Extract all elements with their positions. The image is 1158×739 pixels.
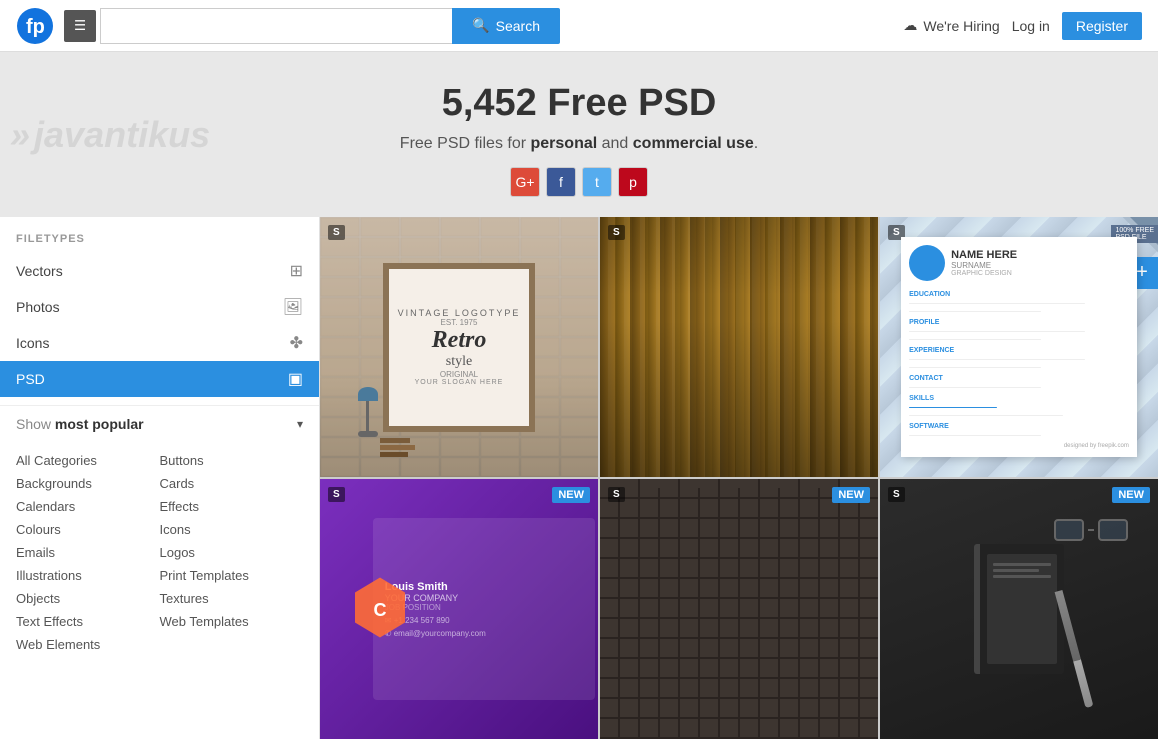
sidebar-item-icons[interactable]: Icons ✤ xyxy=(0,325,319,361)
category-all[interactable]: All Categories xyxy=(16,450,160,471)
social-icons: G+ f t p xyxy=(20,167,1138,197)
watermark-text: javantikus xyxy=(34,114,210,156)
grid-item-3[interactable]: 100% FREEPSD FILE NAME HERE SURNAME GRAP… xyxy=(880,217,1158,477)
resume-image: 100% FREEPSD FILE NAME HERE SURNAME GRAP… xyxy=(880,217,1158,477)
grid-item-2[interactable]: S xyxy=(600,217,878,477)
grid-item-4[interactable]: C Louis Smith YOUR COMPANY JOB POSITION … xyxy=(320,479,598,739)
subtitle-end: . xyxy=(754,135,758,152)
arrows-icon: » xyxy=(10,114,30,156)
sidebar-item-psd[interactable]: PSD ▣ xyxy=(0,361,319,397)
category-backgrounds[interactable]: Backgrounds xyxy=(16,473,160,494)
image-grid: VINTAGE LOGOTYPE EST. 1975 Retro style O… xyxy=(320,217,1158,739)
category-logos[interactable]: Logos xyxy=(160,542,304,563)
login-label: Log in xyxy=(1012,18,1050,34)
header-right: ☁ We're Hiring Log in Register xyxy=(903,12,1142,40)
freepik-logo-icon: fp xyxy=(16,7,54,45)
category-effects[interactable]: Effects xyxy=(160,496,304,517)
psd-icon: ▣ xyxy=(288,369,303,389)
watermark: » javantikus xyxy=(10,114,210,156)
search-icon: 🔍 xyxy=(472,17,489,34)
google-plus-button[interactable]: G+ xyxy=(510,167,540,197)
subtitle-commercial: commercial use xyxy=(633,135,754,152)
category-web-templates[interactable]: Web Templates xyxy=(160,611,304,632)
category-text-effects[interactable]: Text Effects xyxy=(16,611,160,632)
vectors-icon: ⊞ xyxy=(290,261,303,281)
category-textures[interactable]: Textures xyxy=(160,588,304,609)
icons-label: Icons xyxy=(16,335,49,351)
register-button[interactable]: Register xyxy=(1062,12,1142,40)
photos-icon: 🖼 xyxy=(283,297,303,317)
subtitle-pre: Free PSD files for xyxy=(400,135,531,152)
pinterest-button[interactable]: p xyxy=(618,167,648,197)
grid-item-1[interactable]: VINTAGE LOGOTYPE EST. 1975 Retro style O… xyxy=(320,217,598,477)
sidebar-item-vectors[interactable]: Vectors ⊞ xyxy=(0,253,319,289)
photos-label: Photos xyxy=(16,299,60,315)
chevron-down-icon: ▾ xyxy=(297,417,303,431)
subtitle-mid: and xyxy=(597,135,633,152)
grid-item-5[interactable]: S NEW xyxy=(600,479,878,739)
category-colours[interactable]: Colours xyxy=(16,519,160,540)
category-objects[interactable]: Objects xyxy=(16,588,160,609)
logo[interactable]: fp xyxy=(16,7,54,45)
category-web-elements[interactable]: Web Elements xyxy=(16,634,160,655)
subtitle-personal: personal xyxy=(531,135,598,152)
category-print-templates[interactable]: Print Templates xyxy=(160,565,304,586)
header: fp ☰ 🔍 Search ☁ We're Hiring Log in Regi… xyxy=(0,0,1158,52)
login-link[interactable]: Log in xyxy=(1012,18,1050,34)
category-emails[interactable]: Emails xyxy=(16,542,160,563)
category-icons[interactable]: Icons xyxy=(160,519,304,540)
search-button[interactable]: 🔍 Search xyxy=(452,8,560,44)
filetypes-label: FILETYPES xyxy=(0,233,319,253)
svg-text:fp: fp xyxy=(26,16,45,38)
main-content: FILETYPES Vectors ⊞ Photos 🖼 Icons ✤ PSD… xyxy=(0,217,1158,739)
cloud-icon: ☁ xyxy=(903,17,917,34)
category-buttons[interactable]: Buttons xyxy=(160,450,304,471)
register-label: Register xyxy=(1076,18,1128,34)
category-calendars[interactable]: Calendars xyxy=(16,496,160,517)
category-cards[interactable]: Cards xyxy=(160,473,304,494)
search-input[interactable] xyxy=(100,8,452,44)
psd-label: PSD xyxy=(16,371,45,387)
sidebar: FILETYPES Vectors ⊞ Photos 🖼 Icons ✤ PSD… xyxy=(0,217,320,739)
hero-section: » javantikus 5,452 Free PSD Free PSD fil… xyxy=(0,52,1158,217)
hiring-link[interactable]: ☁ We're Hiring xyxy=(903,17,999,34)
hamburger-icon: ☰ xyxy=(74,18,86,34)
icons-icon: ✤ xyxy=(290,333,303,353)
hamburger-button[interactable]: ☰ xyxy=(64,10,96,42)
show-popular-dropdown[interactable]: Show most popular ▾ xyxy=(0,405,319,442)
twitter-button[interactable]: t xyxy=(582,167,612,197)
categories-grid: All Categories Buttons Backgrounds Cards… xyxy=(0,442,319,663)
hiring-label: We're Hiring xyxy=(923,18,999,34)
grid-item-6[interactable]: S NEW xyxy=(880,479,1158,739)
show-label: Show xyxy=(16,416,51,432)
search-btn-label: Search xyxy=(496,18,540,34)
search-form: 🔍 Search xyxy=(100,8,560,44)
sidebar-item-photos[interactable]: Photos 🖼 xyxy=(0,289,319,325)
facebook-button[interactable]: f xyxy=(546,167,576,197)
vectors-label: Vectors xyxy=(16,263,63,279)
category-illustrations[interactable]: Illustrations xyxy=(16,565,160,586)
most-popular-label: most popular xyxy=(55,416,144,432)
